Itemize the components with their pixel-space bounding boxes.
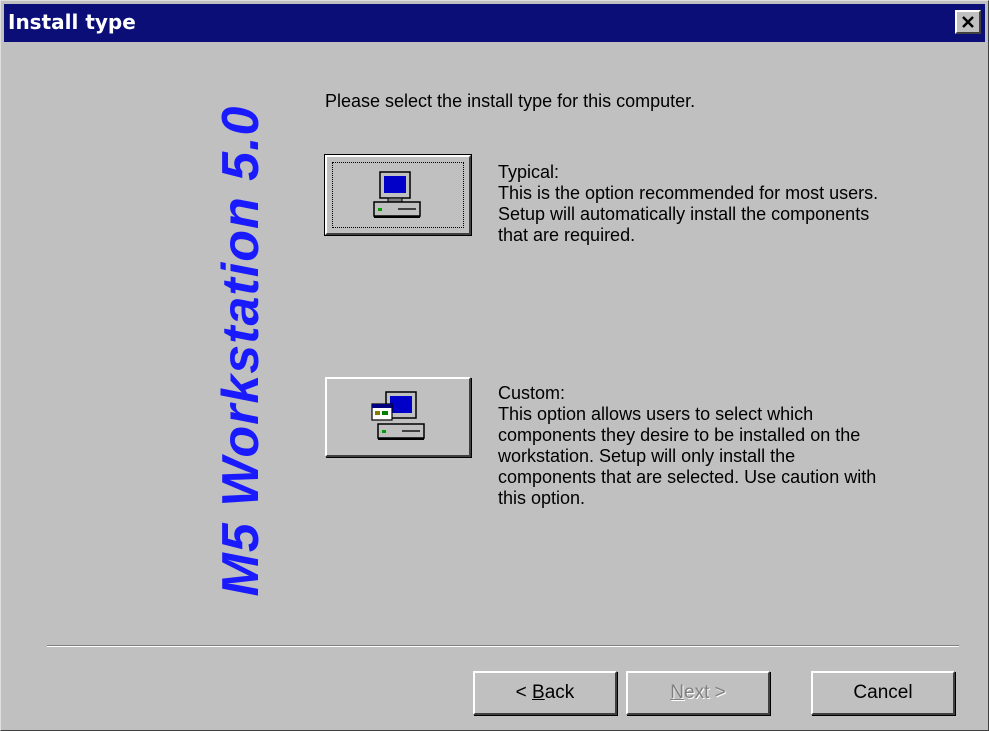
window-title: Install type xyxy=(8,10,136,34)
product-branding: M5 Workstation 5.0 xyxy=(191,81,291,621)
typical-heading: Typical: xyxy=(498,162,560,182)
custom-line: workstation. Setup will only install the xyxy=(498,446,796,466)
custom-install-icon xyxy=(371,391,425,440)
custom-line: This option allows users to select which xyxy=(498,404,814,424)
custom-heading: Custom: xyxy=(498,383,566,403)
install-type-dialog: Install type M5 Workstation 5.0 Please s… xyxy=(0,0,989,731)
computer-icon xyxy=(373,171,421,218)
typical-line: This is the option recommended for most … xyxy=(498,183,879,203)
cancel-button[interactable]: Cancel xyxy=(811,671,955,715)
separator-line xyxy=(47,645,959,647)
back-label: < Back xyxy=(515,682,575,703)
custom-install-button[interactable] xyxy=(325,377,471,457)
product-name: M5 Workstation 5.0 xyxy=(212,105,270,597)
close-button[interactable] xyxy=(955,10,981,34)
typical-install-button[interactable] xyxy=(324,154,472,236)
close-icon xyxy=(962,16,974,28)
title-bar[interactable]: Install type xyxy=(4,4,985,42)
back-button[interactable]: < Back xyxy=(473,671,617,715)
next-button[interactable]: Next > xyxy=(626,671,770,715)
typical-line: Setup will automatically install the com… xyxy=(498,204,870,224)
custom-description: Custom: This option allows users to sele… xyxy=(498,383,968,509)
next-label: Next > xyxy=(670,682,726,703)
typical-line: that are required. xyxy=(498,225,636,245)
instruction-text: Please select the install type for this … xyxy=(325,91,696,111)
custom-line: components they desire to be installed o… xyxy=(498,425,861,445)
custom-line: this option. xyxy=(498,488,586,508)
custom-line: components that are selected. Use cautio… xyxy=(498,467,877,487)
typical-description: Typical: This is the option recommended … xyxy=(498,162,968,246)
